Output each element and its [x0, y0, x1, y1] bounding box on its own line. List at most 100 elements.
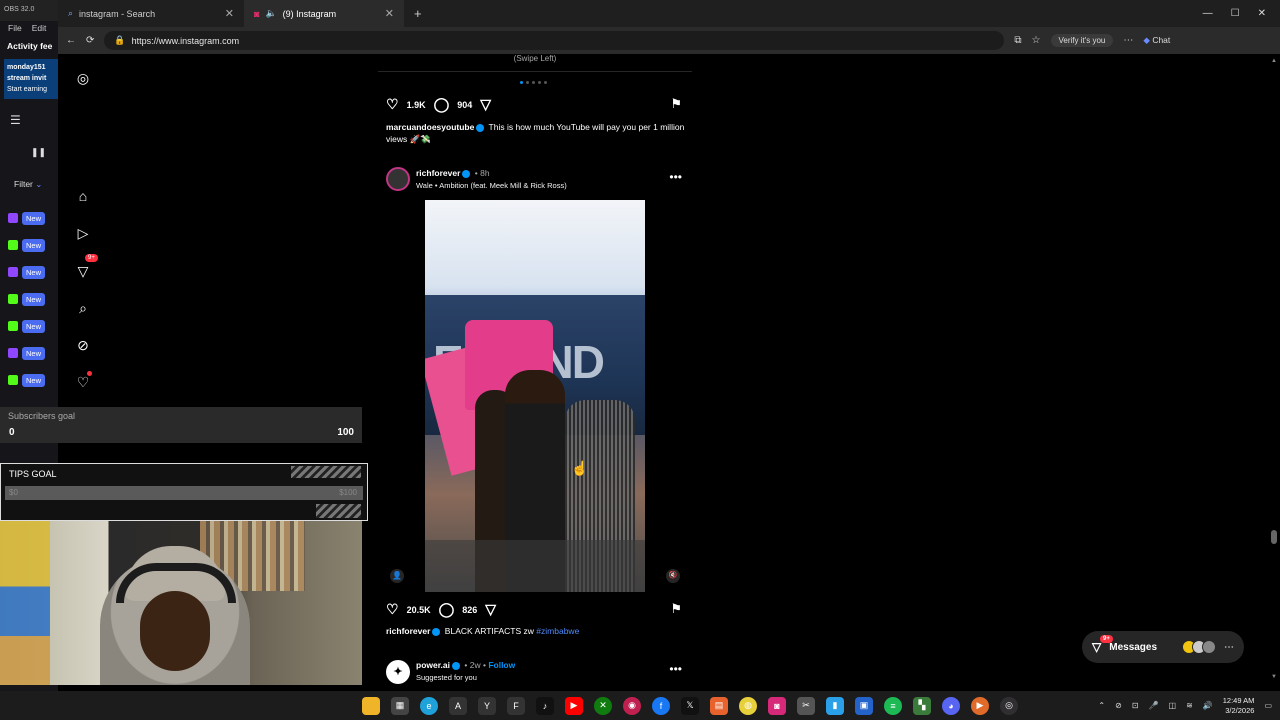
url-field[interactable]: 🔒 https://www.instagram.com — [104, 31, 1005, 50]
mute-icon[interactable]: 🔇 — [666, 569, 680, 583]
app-snip-icon[interactable]: ✂ — [797, 696, 815, 715]
app-green-icon[interactable]: ▚ — [913, 696, 931, 715]
new-tab-button[interactable]: + — [404, 6, 432, 21]
tab-instagram[interactable]: ◙ 🔈 (9) Instagram ✕ — [244, 0, 404, 27]
instagram-logo-icon[interactable]: ◎ — [70, 65, 96, 91]
scroll-thumb[interactable] — [1271, 530, 1277, 544]
comment-icon[interactable]: ◯ — [439, 601, 455, 618]
pause-icon[interactable]: ❚❚ — [31, 147, 46, 158]
calculator-icon[interactable]: ▦ — [391, 696, 409, 715]
close-icon[interactable]: ✕ — [385, 7, 394, 20]
tray-icon[interactable]: ◫ — [1169, 701, 1177, 710]
spotify-icon[interactable]: ≡ — [884, 696, 902, 715]
home-icon[interactable]: ⌂ — [70, 183, 96, 209]
xbox-icon[interactable]: ✕ — [594, 696, 612, 715]
list-item[interactable]: New — [8, 372, 46, 388]
list-item[interactable]: New — [8, 264, 46, 280]
messages-icon[interactable]: ▽ 9+ — [70, 254, 98, 284]
list-item[interactable]: New — [8, 345, 46, 361]
browser-tabbar: ⌕ instagram - Search ✕ ◙ 🔈 (9) Instagram… — [58, 0, 1280, 27]
messages-button[interactable]: ▽ 9+ Messages ⋯ — [1082, 631, 1244, 663]
file-explorer-icon[interactable] — [362, 696, 380, 715]
volume-icon[interactable]: 🔊 — [1203, 701, 1213, 710]
list-item[interactable]: New — [8, 237, 46, 253]
like-icon[interactable]: ♡ — [386, 601, 399, 618]
app-blue-icon[interactable]: ▮ — [826, 696, 844, 715]
verify-button[interactable]: Verify it's you — [1050, 34, 1114, 47]
close-window-icon[interactable]: ✕ — [1258, 8, 1266, 19]
instagram-icon[interactable]: ◙ — [768, 696, 786, 715]
edge-icon[interactable]: e — [420, 696, 438, 715]
minimize-icon[interactable]: — — [1203, 8, 1213, 19]
follow-button[interactable]: Follow — [488, 660, 515, 670]
comment-icon[interactable]: ◯ — [434, 96, 450, 113]
obs-icon[interactable]: ◎ — [1000, 696, 1018, 715]
obs-title: OBS 32.0 — [0, 0, 58, 21]
post2-caption-user[interactable]: richforever — [386, 626, 430, 636]
speaker-icon[interactable]: 🔈 — [265, 8, 276, 19]
obs-promo[interactable]: monday151 stream invit Start earning — [4, 59, 58, 99]
notifications-icon[interactable]: ▭ — [1264, 701, 1272, 710]
search-icon[interactable]: ⌕ — [70, 295, 96, 321]
favorites-icon[interactable]: ☆ — [1032, 35, 1041, 46]
avatar[interactable] — [386, 167, 410, 191]
scroll-down-icon[interactable]: ▼ — [1271, 674, 1277, 680]
list-item[interactable]: New — [8, 291, 46, 307]
app-a-icon[interactable]: A — [449, 696, 467, 715]
youtube-icon[interactable]: ▶ — [565, 696, 583, 715]
obs-menu-edit[interactable]: Edit — [32, 23, 47, 33]
bookmark-icon[interactable]: ⚑ — [670, 96, 682, 112]
chrome-icon[interactable]: ◍ — [739, 696, 757, 715]
tagged-user-icon[interactable]: 👤 — [390, 569, 404, 583]
post2-hashtag[interactable]: #zimbabwe — [536, 626, 579, 636]
tab-search[interactable]: ⌕ instagram - Search ✕ — [58, 0, 244, 27]
tray-icon[interactable]: ⊡ — [1132, 701, 1139, 710]
verified-icon — [432, 627, 441, 636]
chat-app-icon[interactable]: ◉ — [623, 696, 641, 715]
filter-dropdown[interactable]: Filter ⌄ — [14, 179, 42, 190]
list-item[interactable]: New — [8, 210, 46, 226]
tray-icon[interactable]: ⊘ — [1115, 701, 1122, 710]
app-f-icon[interactable]: F — [507, 696, 525, 715]
app-orange-icon[interactable]: ▤ — [710, 696, 728, 715]
discord-icon[interactable]: ◕ — [942, 696, 960, 715]
post3-user[interactable]: power.ai — [416, 660, 450, 670]
list-item[interactable]: New — [8, 318, 46, 334]
app-store-icon[interactable]: ▣ — [855, 696, 873, 715]
back-icon[interactable]: ← — [66, 35, 76, 46]
share-icon[interactable]: ▽ — [485, 601, 496, 618]
post1-user[interactable]: marcuandoesyoutube — [386, 122, 474, 132]
x-icon[interactable]: 𝕏 — [681, 696, 699, 715]
post2-user[interactable]: richforever — [416, 168, 460, 178]
more-icon[interactable]: ⋯ — [1123, 35, 1133, 46]
scroll-up-icon[interactable]: ▲ — [1271, 58, 1277, 64]
kick-icon — [8, 294, 18, 304]
like-icon[interactable]: ♡ — [386, 96, 399, 113]
avatar[interactable]: ✦ — [386, 660, 410, 684]
share-icon[interactable]: ▽ — [480, 96, 491, 113]
bookmark-icon[interactable]: ⚑ — [670, 601, 682, 617]
post2-song[interactable]: Wale • Ambition (feat. Meek Mill & Rick … — [416, 181, 567, 190]
post2-media[interactable]: E A AND 👤 🔇 — [378, 200, 692, 592]
app-y-icon[interactable]: Y — [478, 696, 496, 715]
maximize-icon[interactable]: ☐ — [1231, 8, 1240, 19]
page-scrollbar[interactable]: ▲ ▼ — [1271, 54, 1277, 685]
facebook-icon[interactable]: f — [652, 696, 670, 715]
microphone-icon[interactable]: 🎤 — [1149, 701, 1159, 710]
chevron-up-icon[interactable]: ⌃ — [1098, 701, 1105, 710]
chat-button[interactable]: ◆ Chat — [1143, 35, 1170, 46]
tiktok-icon[interactable]: ♪ — [536, 696, 554, 715]
notifications-heart-icon[interactable]: ♡ — [70, 369, 96, 395]
more-options-icon[interactable]: ••• — [669, 662, 682, 676]
wifi-icon[interactable]: ≋ — [1186, 701, 1193, 710]
obs-menu-file[interactable]: File — [8, 23, 22, 33]
more-options-icon[interactable]: ••• — [669, 170, 682, 184]
explore-icon[interactable]: ⊘ — [70, 332, 96, 358]
media-player-icon[interactable]: ▶ — [971, 696, 989, 715]
hamburger-icon[interactable]: ☰ — [10, 113, 21, 127]
close-icon[interactable]: ✕ — [225, 7, 234, 20]
clock[interactable]: 12:49 AM 3/2/2026 — [1223, 696, 1255, 716]
reels-icon[interactable]: ▷ — [70, 220, 96, 246]
reload-icon[interactable]: ⟳ — [86, 35, 94, 46]
extensions-icon[interactable]: ⧉ — [1014, 35, 1021, 46]
